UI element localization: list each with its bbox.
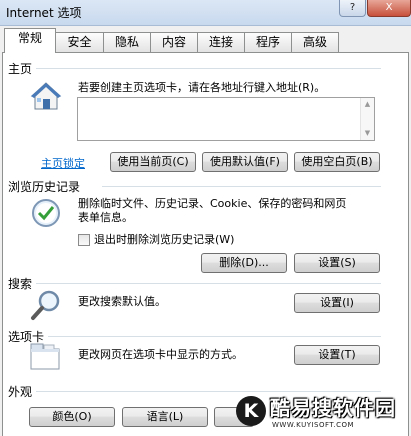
delete-on-exit-label[interactable]: 退出时删除浏览历史记录(W) [94,233,234,247]
tabs-description: 更改网页在选项卡中显示的方式。 [78,348,243,361]
tab-general[interactable]: 常规 [4,28,56,53]
tab-security[interactable]: 安全 [55,32,104,52]
homepage-description: 若要创建主页选项卡，请在各地址行键入地址(R)。 [78,81,326,94]
watermark-url: WWW.KUYISOFT.COM [272,421,355,429]
appearance-header: 外观 [8,385,33,399]
scroll-down-icon[interactable]: ▼ [361,129,374,137]
history-clock-icon [30,197,62,229]
use-default-button[interactable]: 使用默认值(F) [202,152,288,172]
search-header: 搜索 [8,277,33,291]
language-button[interactable]: 语言(L) [122,407,208,427]
history-divider [102,186,381,187]
use-current-button[interactable]: 使用当前页(C) [110,152,196,172]
homepage-divider [36,68,381,69]
tab-connections[interactable]: 连接 [197,32,245,52]
homepage-url-scrollbar[interactable]: ▲ ▼ [360,98,374,140]
watermark-text: 酷易搜软件园 [270,396,396,420]
history-description-line1: 删除临时文件、历史记录、Cookie、保存的密码和网页 [78,197,347,210]
tab-privacy[interactable]: 隐私 [103,32,151,52]
scroll-up-icon[interactable]: ▲ [361,100,374,108]
history-settings-button[interactable]: 设置(S) [294,253,380,273]
homepage-url-value [78,98,374,102]
window-title: Internet 选项 [6,6,82,20]
history-header: 浏览历史记录 [8,180,81,194]
colors-button[interactable]: 颜色(O) [29,407,115,427]
homepage-lock-link[interactable]: 主页锁定 [41,155,85,171]
tab-advanced[interactable]: 高级 [291,32,339,52]
tab-programs[interactable]: 程序 [244,32,292,52]
search-description: 更改搜索默认值。 [78,295,166,308]
homepage-url-input[interactable]: ▲ ▼ [77,97,375,141]
use-blank-button[interactable]: 使用空白页(B) [294,152,380,172]
delete-history-button[interactable]: 删除(D)... [201,253,287,273]
help-button[interactable]: ? [339,0,366,17]
close-button[interactable]: X [367,0,411,17]
search-settings-button[interactable]: 设置(I) [294,293,380,313]
delete-on-exit-checkbox[interactable] [78,234,90,246]
magnifier-icon [30,289,62,321]
search-divider [36,283,381,284]
house-icon [30,81,62,111]
tabbed-window-icon [30,343,62,371]
homepage-header: 主页 [8,62,33,76]
tabs-settings-button[interactable]: 设置(T) [294,345,380,365]
watermark-logo: K [236,396,266,426]
tab-content[interactable]: 内容 [150,32,198,52]
tabs-divider [48,336,381,337]
history-description-line2: 表单信息。 [78,211,133,224]
